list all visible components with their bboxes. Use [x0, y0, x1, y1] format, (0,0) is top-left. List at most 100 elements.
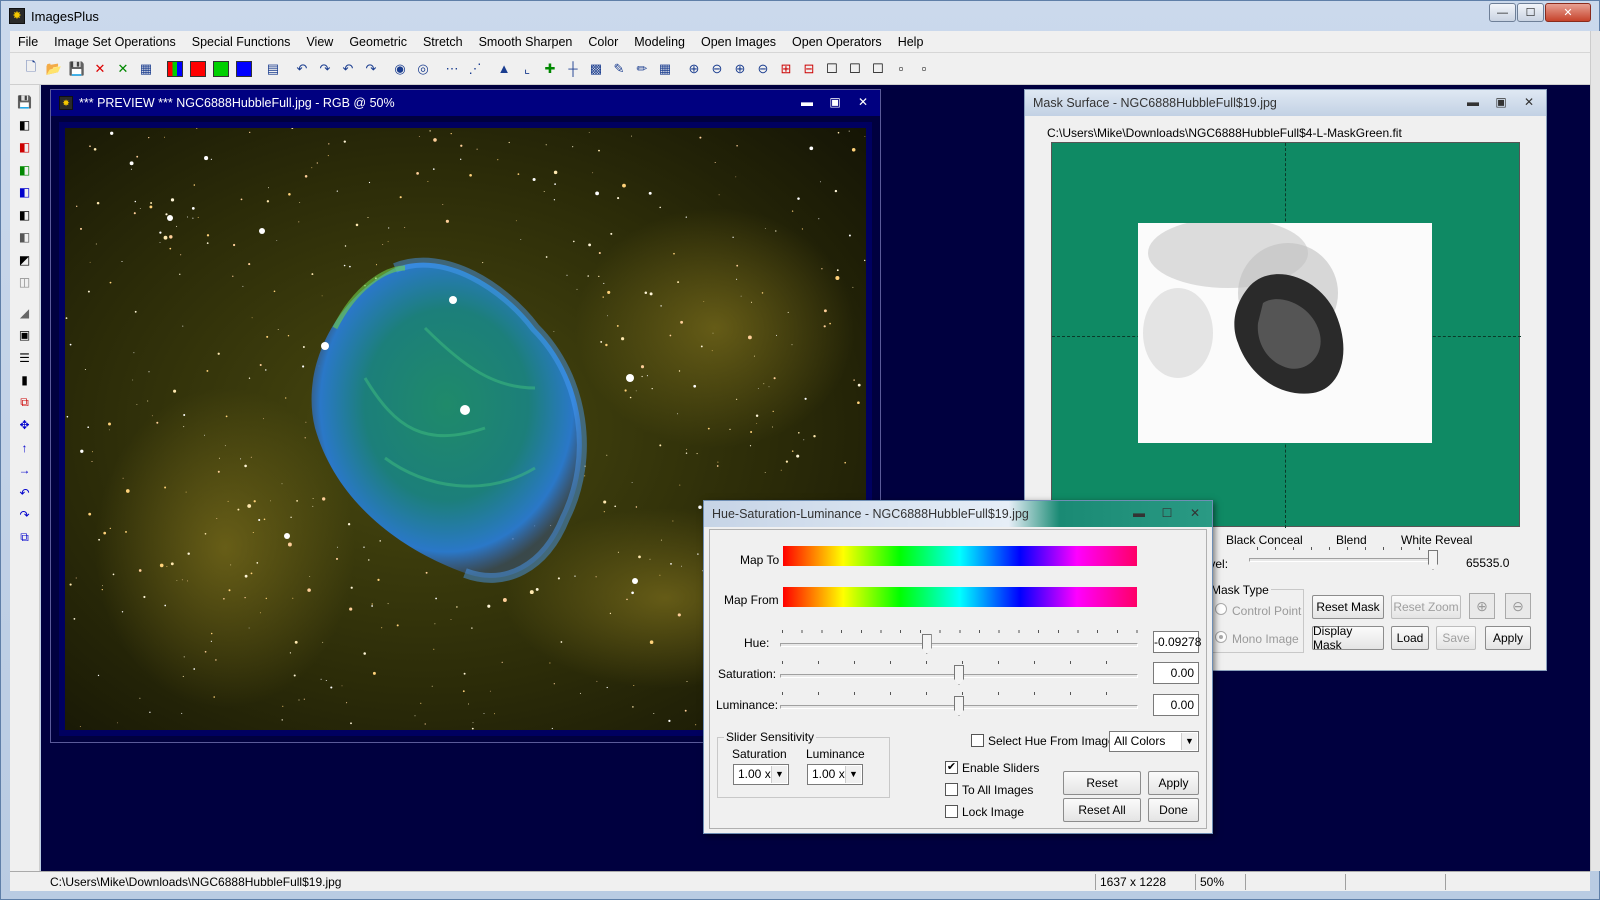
square-small-icon[interactable]: ☐: [867, 58, 889, 80]
mask-window-titlebar[interactable]: Mask Surface - NGC6888HubbleFull$19.jpg …: [1025, 90, 1546, 116]
arrow-up-icon[interactable]: ↑: [14, 437, 36, 459]
save-icon[interactable]: 💾: [66, 58, 88, 80]
shadow-tool-icon[interactable]: ◩: [14, 249, 36, 271]
mask-maximize-icon[interactable]: ▣: [1490, 93, 1512, 111]
level-slider-track[interactable]: [1249, 558, 1433, 562]
menu-image-set-operations[interactable]: Image Set Operations: [46, 31, 184, 53]
level-slider-thumb[interactable]: [1428, 550, 1438, 570]
chevron-down-icon[interactable]: ▼: [771, 766, 787, 783]
bar-tool-icon[interactable]: ▮: [14, 369, 36, 391]
contrast-tool-icon[interactable]: ◧: [14, 204, 36, 226]
mask-preview-image[interactable]: [1138, 223, 1432, 443]
white-point-icon[interactable]: ◎: [412, 58, 434, 80]
stack-icon[interactable]: ▤: [262, 58, 284, 80]
rotate-left-icon[interactable]: ↶: [14, 482, 36, 504]
mask-surface-canvas[interactable]: [1051, 142, 1521, 528]
display-mask-button[interactable]: Display Mask: [1312, 624, 1384, 652]
blue-channel-icon[interactable]: [233, 58, 255, 80]
hsl-close-icon[interactable]: ✕: [1184, 504, 1206, 522]
green-tool-icon[interactable]: ◧: [14, 159, 36, 181]
zoom-fit-icon[interactable]: ⊕: [729, 58, 751, 80]
square-medium-icon[interactable]: ☐: [844, 58, 866, 80]
open-folder-icon[interactable]: 📂: [43, 58, 65, 80]
paint-icon[interactable]: ✎: [608, 58, 630, 80]
close-green-x-icon[interactable]: ✕: [112, 58, 134, 80]
mask-apply-button[interactable]: Apply: [1485, 626, 1531, 650]
gray-tool-icon[interactable]: ◧: [14, 226, 36, 248]
add-star-icon[interactable]: ✚: [539, 58, 561, 80]
rgb-channels-icon[interactable]: [164, 58, 186, 80]
mask-close-icon[interactable]: ✕: [1518, 93, 1540, 111]
histogram-icon[interactable]: ▲: [493, 58, 515, 80]
menu-open-images[interactable]: Open Images: [693, 31, 784, 53]
crop-tool-icon[interactable]: ⧉: [14, 392, 36, 414]
minimize-button[interactable]: —: [1489, 3, 1516, 22]
maximize-button[interactable]: ☐: [1517, 3, 1544, 22]
luminance-value-field[interactable]: 0.00: [1153, 694, 1199, 716]
frame-icon[interactable]: ▦: [654, 58, 676, 80]
menu-color[interactable]: Color: [580, 31, 626, 53]
close-red-x-icon[interactable]: ✕: [89, 58, 111, 80]
preview-minimize-icon[interactable]: ▬: [796, 93, 818, 111]
vertical-scrollbar[interactable]: [1590, 31, 1600, 871]
undo-icon[interactable]: ↶: [291, 58, 313, 80]
reset-mask-button[interactable]: Reset Mask: [1312, 595, 1384, 619]
load-button[interactable]: Load: [1391, 626, 1429, 650]
done-button[interactable]: Done: [1148, 798, 1199, 822]
arrow-right-icon[interactable]: →: [14, 459, 36, 481]
blue-tool-icon[interactable]: ◧: [14, 181, 36, 203]
black-white-icon[interactable]: ◧: [14, 114, 36, 136]
mask-zoom-in-icon[interactable]: ⊕: [1469, 593, 1495, 619]
hsl-apply-button[interactable]: Apply: [1148, 771, 1199, 795]
pencil-icon[interactable]: ✏: [631, 58, 653, 80]
zoom-plus-icon[interactable]: ⊞: [775, 58, 797, 80]
crosshair-icon[interactable]: ┼: [562, 58, 584, 80]
move-tool-icon[interactable]: ✥: [14, 414, 36, 436]
reset-all-button[interactable]: Reset All: [1063, 798, 1141, 822]
menu-smooth-sharpen[interactable]: Smooth Sharpen: [471, 31, 581, 53]
copy-tool-icon[interactable]: ◫: [14, 271, 36, 293]
zoom-minus-icon[interactable]: ⊟: [798, 58, 820, 80]
color-range-select[interactable]: All Colors ▼: [1109, 731, 1199, 752]
menu-help[interactable]: Help: [890, 31, 932, 53]
lines-tool-icon[interactable]: ☰: [14, 347, 36, 369]
print-icon[interactable]: ▦: [135, 58, 157, 80]
square-tiny-icon[interactable]: ▫: [890, 58, 912, 80]
dotted-line-icon[interactable]: ⋯: [441, 58, 463, 80]
menu-geometric[interactable]: Geometric: [341, 31, 415, 53]
mono-image-radio[interactable]: [1215, 631, 1227, 643]
redo-icon[interactable]: ↷: [314, 58, 336, 80]
reset-zoom-button[interactable]: Reset Zoom: [1391, 595, 1461, 619]
undo-all-icon[interactable]: ↶: [337, 58, 359, 80]
hue-slider-track[interactable]: [780, 643, 1138, 647]
reset-button[interactable]: Reset: [1063, 771, 1141, 795]
menu-open-operators[interactable]: Open Operators: [784, 31, 890, 53]
curve-icon[interactable]: ⌞: [516, 58, 538, 80]
mask-minimize-icon[interactable]: ▬: [1462, 93, 1484, 111]
save-small-icon[interactable]: 💾: [14, 91, 36, 113]
select-hue-checkbox[interactable]: [971, 734, 984, 747]
zoom-actual-icon[interactable]: ⊖: [752, 58, 774, 80]
rotate-right-icon[interactable]: ↷: [14, 504, 36, 526]
save-button[interactable]: Save: [1436, 626, 1476, 650]
saturation-sensitivity-select[interactable]: 1.00 x ▼: [733, 764, 789, 785]
select-tool-icon[interactable]: ▣: [14, 324, 36, 346]
red-tool-icon[interactable]: ◧: [14, 136, 36, 158]
new-file-icon[interactable]: 🗋: [20, 58, 42, 80]
zoom-out-icon[interactable]: ⊖: [706, 58, 728, 80]
preview-window-titlebar[interactable]: ✸ *** PREVIEW *** NGC6888HubbleFull.jpg …: [51, 90, 880, 116]
preview-maximize-icon[interactable]: ▣: [824, 93, 846, 111]
flip-icon[interactable]: ⧉: [14, 527, 36, 549]
red-channel-icon[interactable]: [187, 58, 209, 80]
square-point-icon[interactable]: ▫: [913, 58, 935, 80]
enable-sliders-checkbox[interactable]: ✔: [945, 761, 958, 774]
hsl-maximize-icon[interactable]: ☐: [1156, 504, 1178, 522]
green-channel-icon[interactable]: [210, 58, 232, 80]
black-point-icon[interactable]: ◉: [389, 58, 411, 80]
hue-value-field[interactable]: -0.09278: [1153, 631, 1201, 653]
menu-special-functions[interactable]: Special Functions: [184, 31, 299, 53]
hsl-dialog-titlebar[interactable]: Hue-Saturation-Luminance - NGC6888Hubble…: [704, 501, 1212, 527]
zoom-in-icon[interactable]: ⊕: [683, 58, 705, 80]
to-all-images-checkbox[interactable]: [945, 783, 958, 796]
gradient-tool-icon[interactable]: ◢: [14, 302, 36, 324]
